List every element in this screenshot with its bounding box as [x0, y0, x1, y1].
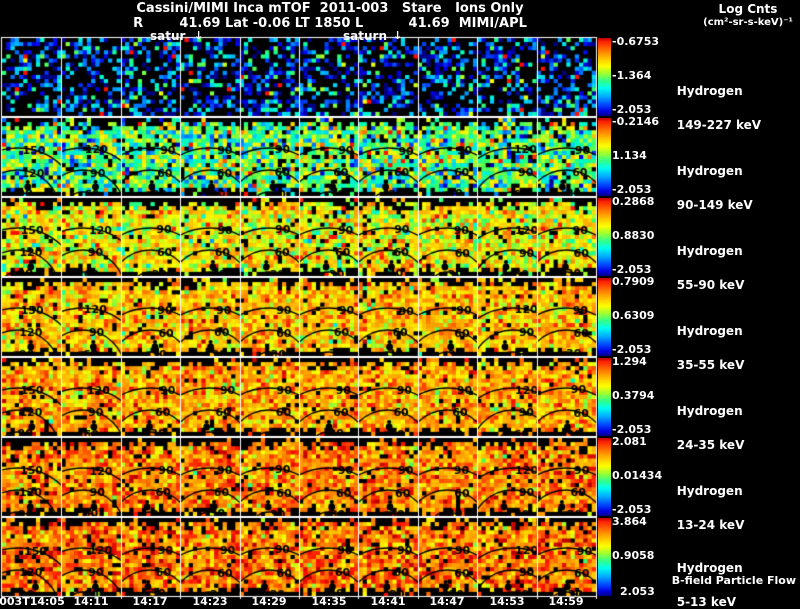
colorbar-max-label: 1.294	[612, 355, 647, 368]
plot-title: Cassini/MIMI Inca mTOF 2011-003 Stare Io…	[136, 1, 524, 16]
saturn-marker-label: saturn	[343, 29, 387, 43]
row-label: Hydrogen 24-35 keV	[660, 386, 795, 471]
energy-label: 55-90 keV	[676, 278, 745, 292]
row-label: Hydrogen 35-55 keV	[660, 306, 795, 391]
saturn-marker-arrow-icon: ↓	[393, 29, 403, 42]
energy-label: 90-149 keV	[676, 198, 753, 212]
colorbar	[598, 438, 611, 516]
colorbar	[598, 278, 611, 356]
colorbar	[598, 518, 611, 596]
species-label: Hydrogen	[676, 324, 743, 338]
saturn-marker-label: satur	[150, 29, 186, 43]
colorbar	[598, 118, 611, 196]
energy-label: 24-35 keV	[676, 438, 745, 452]
colorbar-max-label: 2.081	[612, 435, 647, 448]
colorbar-units: (cm²-sr-s-keV)⁻¹	[703, 17, 793, 28]
row-label: Hydrogen 55-90 keV	[660, 226, 795, 311]
colorbar-title: Log Cnts	[718, 2, 778, 16]
species-label: Hydrogen	[676, 484, 743, 498]
row-label: Hydrogen 149-227 keV	[660, 66, 795, 151]
energy-label: 35-55 keV	[676, 358, 745, 372]
energy-label: 149-227 keV	[676, 118, 762, 132]
colorbar-max-label: 0.2868	[612, 195, 655, 208]
plot-subtitle: R 41.69 Lat -0.06 LT 1850 L 41.69 MIMI/A…	[133, 16, 527, 31]
colorbar-max-label: 3.864	[612, 515, 647, 528]
colorbar-max-label: -0.6753	[612, 35, 660, 48]
saturn-marker-arrow-icon: ↓	[194, 29, 204, 42]
colorbar	[598, 198, 611, 276]
species-label: Hydrogen	[676, 561, 743, 575]
energy-label: 13-24 keV	[676, 518, 745, 532]
species-label: Hydrogen	[676, 84, 743, 98]
energy-label: 5-13 keV	[676, 595, 737, 609]
row-label: Hydrogen 90-149 keV	[660, 146, 795, 231]
species-label: Hydrogen	[676, 244, 743, 258]
bfield-annotation: B-field Particle Flow	[671, 574, 796, 587]
colorbar-max-label: 0.7909	[612, 275, 655, 288]
plot-root: Cassini/MIMI Inca mTOF 2011-003 Stare Io…	[0, 0, 800, 609]
row-label: Hydrogen 13-24 keV	[660, 466, 795, 551]
species-label: Hydrogen	[676, 164, 743, 178]
time-axis-label: 14:59	[548, 595, 584, 608]
colorbar	[598, 38, 611, 116]
colorbar-max-label: -0.2146	[612, 115, 660, 128]
colorbar	[598, 358, 611, 436]
species-label: Hydrogen	[676, 404, 743, 418]
